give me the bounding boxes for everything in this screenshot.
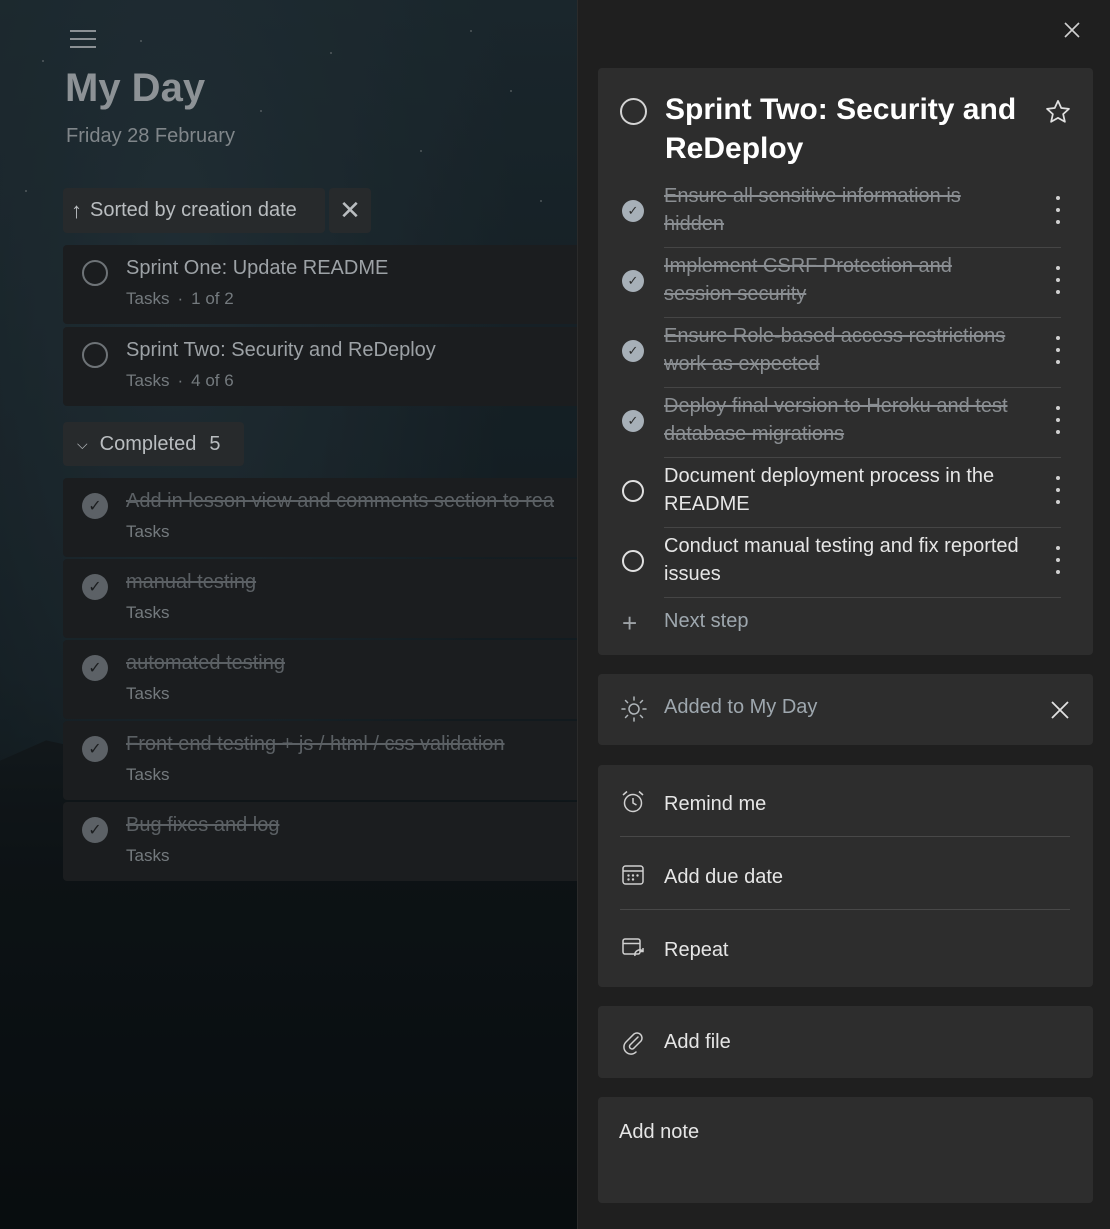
complete-task-toggle[interactable]: [620, 98, 647, 125]
page-date: Friday 28 February: [66, 125, 235, 147]
task-title: Sprint One: Update README: [126, 257, 389, 279]
add-step-button[interactable]: + Next step: [598, 606, 1093, 640]
task-card: Sprint Two: Security and ReDeploy ✓ Ensu…: [598, 68, 1093, 655]
completed-label: Completed: [99, 432, 197, 455]
plus-icon: +: [622, 608, 638, 638]
hamburger-icon[interactable]: [70, 30, 96, 50]
repeat-label: Repeat: [664, 939, 729, 961]
complete-toggle[interactable]: [82, 342, 108, 368]
task-title: Front end testing + js / html / css vali…: [126, 733, 505, 755]
more-options-icon[interactable]: [1054, 406, 1062, 434]
step-check-icon[interactable]: ✓: [622, 410, 644, 432]
chevron-down-icon: ⌵: [77, 435, 88, 452]
step-text[interactable]: Ensure Role-based access restrictions wo…: [664, 322, 1024, 378]
task-meta: Tasks · 4 of 6: [126, 371, 234, 390]
more-options-icon[interactable]: [1054, 196, 1062, 224]
completed-task-item[interactable]: ✓ automated testing Tasks: [63, 640, 577, 719]
remind-me-label: Remind me: [664, 793, 767, 815]
check-icon[interactable]: ✓: [82, 817, 108, 843]
completed-task-item[interactable]: ✓ manual testing Tasks: [63, 559, 577, 638]
sun-icon: [621, 696, 647, 722]
step-circle-icon[interactable]: [622, 550, 644, 572]
remove-from-my-day-icon[interactable]: [1050, 700, 1070, 720]
task-meta: Tasks: [126, 846, 170, 865]
task-title: automated testing: [126, 652, 285, 674]
more-options-icon[interactable]: [1054, 546, 1062, 574]
sort-label: Sorted by creation date: [90, 199, 297, 221]
more-options-icon[interactable]: [1054, 336, 1062, 364]
close-icon: ✕: [339, 195, 361, 225]
clear-sort-button[interactable]: ✕: [329, 188, 371, 233]
next-step-label: Next step: [664, 610, 749, 632]
add-file-label: Add file: [664, 1031, 731, 1053]
arrow-up-icon: ↑: [71, 197, 82, 223]
task-title: Bug fixes and log: [126, 814, 280, 836]
note-field[interactable]: Add note: [598, 1097, 1093, 1203]
task-title: Sprint Two: Security and ReDeploy: [126, 339, 436, 361]
options-card: Remind me Add due date Repeat: [598, 765, 1093, 987]
check-icon[interactable]: ✓: [82, 574, 108, 600]
page-title: My Day: [65, 66, 206, 110]
step-item[interactable]: ✓ Ensure all sensitive information is hi…: [598, 178, 1093, 248]
task-meta: Tasks: [126, 603, 170, 622]
step-item[interactable]: Document deployment process in the READM…: [598, 458, 1093, 528]
step-item[interactable]: ✓ Ensure Role-based access restrictions …: [598, 318, 1093, 388]
step-text[interactable]: Document deployment process in the READM…: [664, 462, 1024, 518]
step-item[interactable]: ✓ Deploy final version to Heroku and tes…: [598, 388, 1093, 458]
step-check-icon[interactable]: ✓: [622, 340, 644, 362]
check-icon[interactable]: ✓: [82, 736, 108, 762]
task-title: manual testing: [126, 571, 257, 593]
divider: [620, 836, 1070, 837]
more-options-icon[interactable]: [1054, 266, 1062, 294]
task-meta: Tasks: [126, 765, 170, 784]
complete-toggle[interactable]: [82, 260, 108, 286]
add-due-date-button[interactable]: Add due date: [598, 838, 1093, 910]
task-meta: Tasks · 1 of 2: [126, 289, 234, 308]
step-check-icon[interactable]: ✓: [622, 270, 644, 292]
task-meta: Tasks: [126, 684, 170, 703]
check-icon[interactable]: ✓: [82, 655, 108, 681]
note-placeholder: Add note: [619, 1121, 700, 1143]
my-day-label: Added to My Day: [664, 696, 818, 718]
completed-count: 5: [209, 432, 221, 455]
check-icon[interactable]: ✓: [82, 493, 108, 519]
close-icon: [1064, 22, 1080, 38]
remind-me-button[interactable]: Remind me: [598, 765, 1093, 837]
step-text[interactable]: Conduct manual testing and fix reported …: [664, 532, 1024, 588]
step-item[interactable]: ✓ Implement CSRF Protection and session …: [598, 248, 1093, 318]
divider: [620, 909, 1070, 910]
completed-task-item[interactable]: ✓ Bug fixes and log Tasks: [63, 802, 577, 881]
close-panel-button[interactable]: [1060, 18, 1084, 42]
step-check-icon[interactable]: ✓: [622, 200, 644, 222]
repeat-icon: [622, 938, 644, 957]
task-title[interactable]: Sprint Two: Security and ReDeploy: [665, 90, 1025, 168]
sort-chip[interactable]: ↑ Sorted by creation date: [63, 188, 325, 233]
my-day-card[interactable]: Added to My Day: [598, 674, 1093, 745]
step-item[interactable]: Conduct manual testing and fix reported …: [598, 528, 1093, 598]
task-detail-panel: Sprint Two: Security and ReDeploy ✓ Ensu…: [577, 0, 1110, 1229]
completed-section-toggle[interactable]: ⌵ Completed 5: [63, 422, 244, 466]
more-options-icon[interactable]: [1054, 476, 1062, 504]
step-circle-icon[interactable]: [622, 480, 644, 502]
step-text[interactable]: Deploy final version to Heroku and test …: [664, 392, 1024, 448]
task-item[interactable]: Sprint Two: Security and ReDeploy Tasks ·…: [63, 327, 577, 406]
add-due-date-label: Add due date: [664, 866, 783, 888]
repeat-button[interactable]: Repeat: [598, 911, 1093, 983]
star-icon[interactable]: [1044, 98, 1072, 126]
completed-task-item[interactable]: ✓ Add in lesson view and comments sectio…: [63, 478, 577, 557]
alarm-clock-icon: [622, 790, 644, 813]
calendar-icon: [622, 865, 644, 885]
completed-task-item[interactable]: ✓ Front end testing + js / html / css va…: [63, 721, 577, 800]
task-item[interactable]: Sprint One: Update README Tasks · 1 of 2: [63, 245, 577, 324]
step-text[interactable]: Ensure all sensitive information is hidd…: [664, 182, 1024, 238]
task-title: Add in lesson view and comments section …: [126, 490, 554, 512]
add-file-button[interactable]: Add file: [598, 1006, 1093, 1078]
divider: [664, 597, 1061, 598]
step-text[interactable]: Implement CSRF Protection and session se…: [664, 252, 1024, 308]
task-meta: Tasks: [126, 522, 170, 541]
paperclip-icon: [623, 1032, 643, 1055]
